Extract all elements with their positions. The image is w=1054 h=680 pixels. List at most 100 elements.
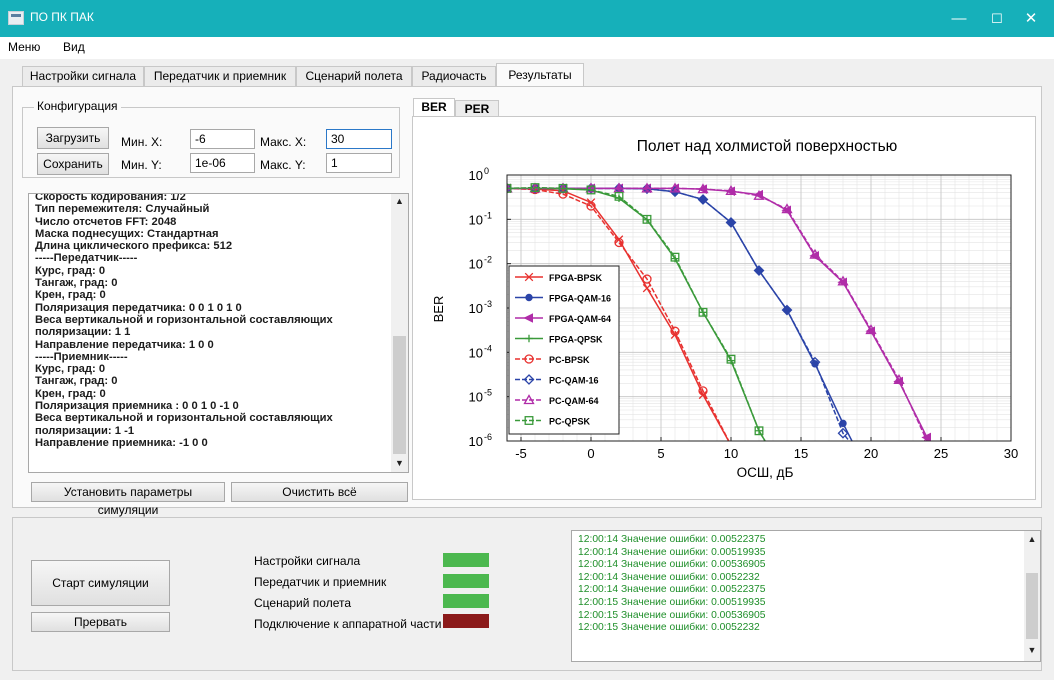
- menu-item-view[interactable]: Вид: [63, 40, 85, 54]
- menu-item-main[interactable]: Меню: [8, 40, 40, 54]
- tab-results[interactable]: Результаты: [496, 63, 584, 86]
- window-title: ПО ПК ПАК: [30, 10, 94, 24]
- tab-ber[interactable]: BER: [413, 98, 455, 117]
- status-led-signal: [443, 553, 489, 567]
- set-params-button[interactable]: Установить параметры симуляции: [31, 482, 225, 517]
- y-tick-label: 10: [469, 257, 483, 272]
- scroll-down-icon[interactable]: ▼: [1024, 645, 1040, 655]
- y-tick-exponent: -6: [484, 432, 492, 442]
- x-tick-label: 15: [794, 446, 808, 461]
- title-bar: ПО ПК ПАК — ☐ ✕: [0, 0, 1054, 37]
- legend-label: PC-QAM-64: [549, 396, 599, 406]
- tab-radio[interactable]: Радиочасть: [412, 66, 496, 86]
- x-tick-label: -5: [515, 446, 527, 461]
- status-led-transceiver: [443, 574, 489, 588]
- x-tick-label: 25: [934, 446, 948, 461]
- status-label-signal: Настройки сигнала: [254, 554, 361, 568]
- log-line: поляризации: 1 1: [35, 326, 131, 339]
- console-line: 12:00:15 Значение ошибки: 0.00536905: [578, 609, 766, 621]
- max-x-input[interactable]: 30: [326, 129, 392, 149]
- log-line: Число отсчетов FFT: 2048: [35, 215, 177, 228]
- legend-marker: [525, 293, 533, 302]
- abort-button[interactable]: Прервать: [31, 612, 170, 632]
- log-line: Тангаж, град: 0: [35, 375, 118, 388]
- log-line: Поляризация приемника : 0 0 1 0 -1 0: [35, 400, 239, 413]
- legend-label: PC-QAM-16: [549, 376, 599, 386]
- y-tick-label: 10: [469, 301, 483, 316]
- status-led-scenario: [443, 594, 489, 608]
- console-line: 12:00:14 Значение ошибки: 0.0052232: [578, 571, 760, 583]
- y-tick-exponent: -3: [484, 299, 492, 309]
- log-line: поляризации: 1 -1: [35, 424, 135, 437]
- error-console[interactable]: 12:00:14 Значение ошибки: 0.00522375 12:0…: [571, 530, 1041, 662]
- min-y-input[interactable]: 1e-06: [190, 153, 255, 173]
- y-tick-exponent: -2: [484, 255, 492, 265]
- scroll-down-icon[interactable]: ▼: [391, 458, 408, 468]
- log-line: Веса вертикальной и горизонтальной соста…: [35, 313, 333, 326]
- y-tick-label: 10: [469, 434, 483, 449]
- console-line: 12:00:14 Значение ошибки: 0.00536905: [578, 559, 766, 571]
- legend-label: FPGA-BPSK: [549, 273, 603, 283]
- log-line: Поляризация передатчика: 0 0 1 0 1 0: [35, 301, 242, 314]
- max-y-input[interactable]: 1: [326, 153, 392, 173]
- config-legend: Конфигурация: [34, 99, 121, 113]
- y-axis-label: BER: [431, 296, 446, 323]
- start-simulation-button[interactable]: Старт симуляции: [31, 560, 170, 606]
- scroll-thumb[interactable]: [393, 336, 406, 454]
- tab-transmitter-receiver[interactable]: Передатчик и приемник: [144, 66, 296, 86]
- console-line: 12:00:14 Значение ошибки: 0.00519935: [578, 546, 766, 558]
- legend-label: PC-BPSK: [549, 355, 590, 365]
- y-tick-label: 10: [469, 345, 483, 360]
- min-x-input[interactable]: -6: [190, 129, 255, 149]
- log-line: -----Приемник-----: [35, 350, 128, 363]
- log-line: Направление передатчика: 1 0 0: [35, 338, 214, 351]
- chart-title: Полет над холмистой поверхностью: [637, 138, 898, 155]
- x-tick-label: 0: [587, 446, 594, 461]
- legend-label: PC-QPSK: [549, 417, 591, 427]
- log-line: Крен, град: 0: [35, 289, 106, 302]
- max-x-label: Макс. X:: [260, 135, 307, 149]
- legend-label: FPGA-QPSK: [549, 335, 603, 345]
- y-tick-label: 10: [469, 168, 483, 183]
- y-tick-exponent: -1: [484, 210, 492, 220]
- ber-chart: -5 0 5 10 15 20 25 3010 010 -110 -210 -310 -410 -510-…: [431, 138, 1018, 480]
- main-tab-bar: Настройки сигнала Передатчик и приемник …: [0, 59, 1054, 86]
- y-tick-exponent: -5: [484, 388, 492, 398]
- chart-legend: [508, 265, 620, 435]
- console-lines: 12:00:14 Значение ошибки: 0.00522375 12:0…: [578, 534, 1018, 635]
- console-line: 12:00:15 Значение ошибки: 0.00519935: [578, 596, 766, 608]
- console-scrollbar[interactable]: ▲ ▼: [1024, 531, 1040, 661]
- y-tick-exponent: 0: [484, 166, 489, 176]
- close-button[interactable]: ✕: [1008, 0, 1054, 37]
- min-x-label: Мин. X:: [121, 135, 163, 149]
- legend-label: FPGA-QAM-16: [549, 294, 611, 304]
- log-line: Крен, град: 0: [35, 387, 106, 400]
- status-label-hardware: Подключение к аппаратной части: [254, 617, 442, 631]
- simulation-params-log[interactable]: Скорость кодирования: 1/2 Тип перемежител…: [28, 193, 409, 473]
- log-line: Направление приемника: -1 0 0: [35, 436, 208, 449]
- scroll-up-icon[interactable]: ▲: [1024, 534, 1040, 544]
- log-line: Длина циклического префикса: 512: [35, 240, 233, 253]
- save-button[interactable]: Сохранить: [37, 153, 109, 175]
- log-line: Веса вертикальной и горизонтальной соста…: [35, 412, 333, 425]
- clear-all-button[interactable]: Очистить всё: [231, 482, 408, 502]
- scroll-thumb[interactable]: [1026, 573, 1038, 639]
- tab-flight-scenario[interactable]: Сценарий полета: [296, 66, 412, 86]
- load-button[interactable]: Загрузить: [37, 127, 109, 149]
- log-line: Маска поднесущих: Стандартная: [35, 227, 219, 240]
- y-tick-label: 10: [469, 390, 483, 405]
- max-y-label: Макс. Y:: [260, 158, 306, 172]
- console-line: 12:00:14 Значение ошибки: 0.00522375: [578, 584, 766, 596]
- status-label-scenario: Сценарий полета: [254, 596, 352, 610]
- log-line: Курс, град: 0: [35, 363, 106, 376]
- status-led-hardware: [443, 614, 489, 628]
- legend-label: FPGA-QAM-64: [549, 314, 611, 324]
- tab-signal-settings[interactable]: Настройки сигнала: [22, 66, 144, 86]
- console-line: 12:00:15 Значение ошибки: 0.0052232: [578, 622, 760, 634]
- log-scrollbar[interactable]: ▲ ▼: [391, 194, 408, 472]
- y-tick-exponent: -4: [484, 343, 492, 353]
- status-label-transceiver: Передатчик и приемник: [254, 575, 387, 589]
- log-lines: Скорость кодирования: 1/2 Тип перемежител…: [35, 194, 391, 449]
- scroll-up-icon[interactable]: ▲: [391, 196, 408, 206]
- log-line: Тангаж, град: 0: [35, 277, 118, 290]
